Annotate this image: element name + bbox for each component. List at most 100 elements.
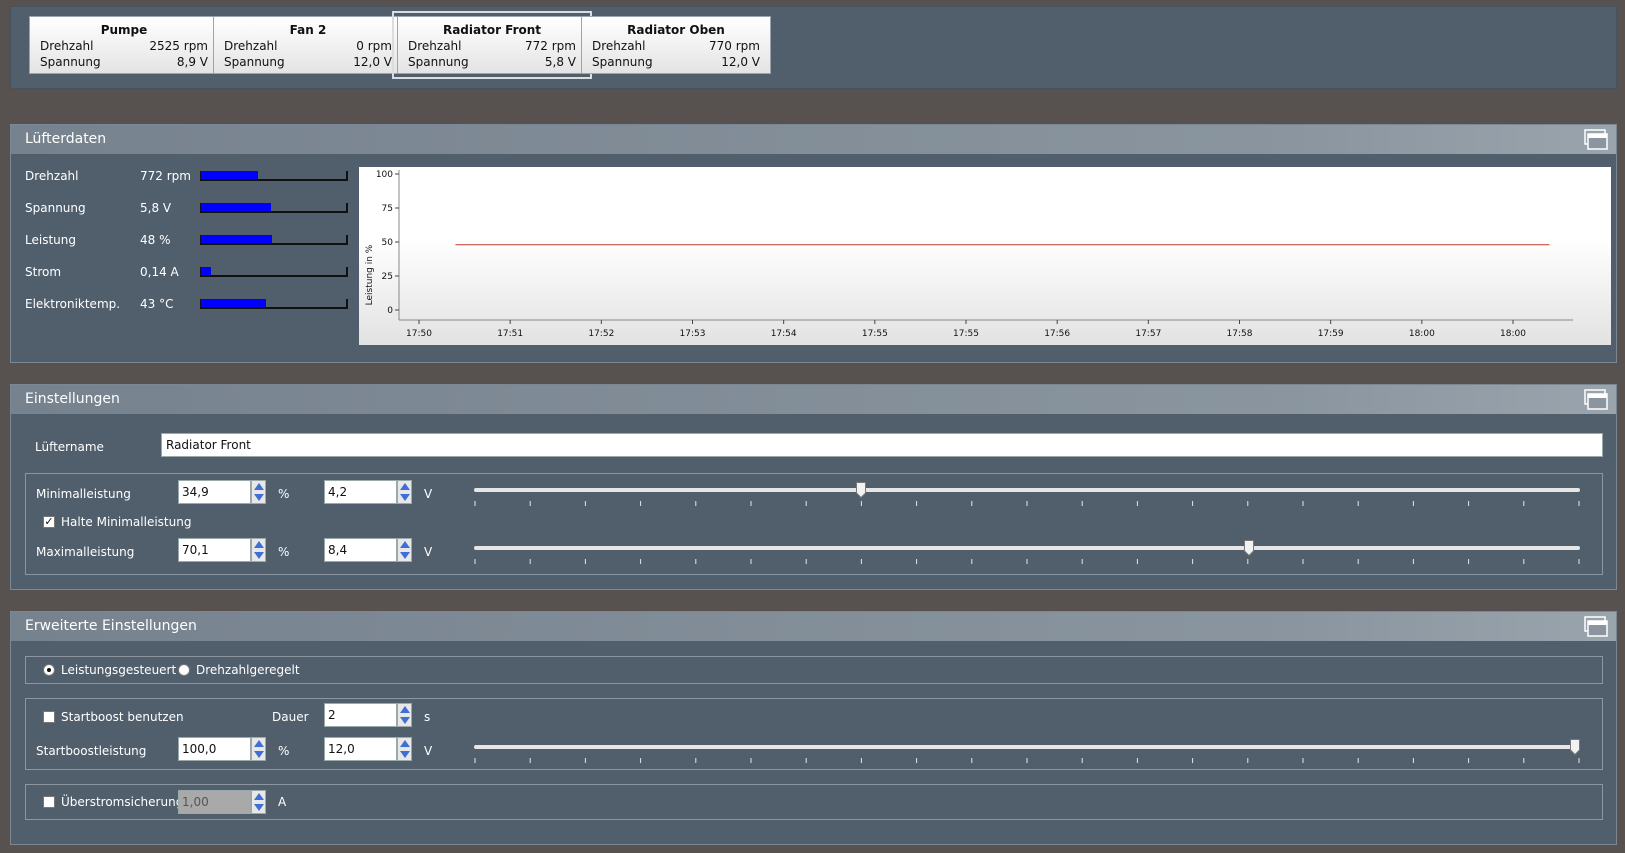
arrow-down-icon[interactable]: [254, 751, 264, 758]
slider-thumb[interactable]: [856, 482, 867, 498]
window-toggle-icon[interactable]: [1584, 616, 1608, 638]
fan-card-radiator-front[interactable]: Radiator Front Drehzahl 772 rpm Spannung 5…: [392, 11, 592, 79]
overcurrent-group: Überstromsicherung 1,00 A: [25, 784, 1603, 820]
chart-x-tick-label: 17:50: [406, 329, 432, 339]
fan-card-radiator-oben[interactable]: Radiator Oben Drehzahl 770 rpm Spannung 12…: [581, 16, 771, 74]
percent-unit: %: [278, 744, 290, 758]
voltage-unit: V: [424, 545, 433, 559]
chart-x-tick-label: 17:51: [497, 329, 523, 339]
startboost-slider[interactable]: [474, 739, 1580, 763]
window-toggle-icon[interactable]: [1584, 129, 1608, 151]
fan-card-name: Radiator Front: [442, 23, 542, 37]
slider-track[interactable]: [474, 546, 1580, 550]
stepper-arrows[interactable]: [251, 737, 266, 761]
power-history-chart-svg: Leistung in % 0 25 50 75 100 17:50 17:51 17:52 1…: [365, 170, 1573, 339]
overcurrent-checkbox[interactable]: [43, 796, 55, 808]
fan-data-row-current: Strom 0,14 A: [25, 263, 355, 281]
arrow-up-icon: [254, 793, 264, 800]
stepper-arrows[interactable]: [397, 538, 412, 562]
arrow-down-icon[interactable]: [400, 717, 410, 724]
settings-panel: Einstellungen Lüftername Radiator Front …: [10, 384, 1617, 590]
stepper-arrows[interactable]: [251, 538, 266, 562]
chart-x-tick-label: 18:00: [1409, 329, 1435, 339]
fan-data-label: Drehzahl: [25, 169, 79, 183]
fan-selector-strip: Pumpe Drehzahl 2525 rpm Spannung 8,9 V Fan…: [10, 6, 1617, 89]
chart-x-tick-label: 17:53: [680, 329, 706, 339]
fan-card-speed: 772 rpm: [525, 39, 576, 53]
control-mode-group: Leistungsgesteuert Drehzahlgeregelt: [25, 656, 1603, 684]
stepper-arrows[interactable]: [397, 480, 412, 504]
check-icon: ✓: [44, 515, 54, 528]
advanced-settings-panel: Erweiterte Einstellungen Leistungsgesteu…: [10, 611, 1617, 845]
voltage-unit: V: [424, 744, 433, 758]
startboost-voltage-value[interactable]: 12,0: [324, 737, 397, 761]
startboost-checkbox[interactable]: [43, 711, 55, 723]
fan-data-label: Strom: [25, 265, 62, 279]
mode-speed-radio[interactable]: [178, 664, 190, 676]
max-percent-value[interactable]: 70,1: [178, 538, 251, 562]
fan-data-bar: [200, 299, 348, 309]
arrow-down-icon[interactable]: [400, 552, 410, 559]
slider-track[interactable]: [474, 745, 1580, 749]
slider-track[interactable]: [474, 488, 1580, 492]
stepper-arrows[interactable]: [397, 737, 412, 761]
hold-min-checkbox[interactable]: ✓: [43, 516, 55, 528]
arrow-down-icon[interactable]: [400, 494, 410, 501]
arrow-down-icon[interactable]: [254, 552, 264, 559]
arrow-up-icon[interactable]: [400, 740, 410, 747]
fan-data-value: 5,8 V: [140, 201, 172, 215]
min-voltage-value[interactable]: 4,2: [324, 480, 397, 504]
fan-data-label: Elektroniktemp.: [25, 297, 121, 311]
fan-card-speed-label: Drehzahl: [592, 39, 646, 53]
fan-data-panel: Lüfterdaten Drehzahl 772 rpm Spannung 5,…: [10, 124, 1617, 363]
fan-data-header: Lüfterdaten: [11, 125, 1616, 154]
fan-data-bar: [200, 171, 348, 181]
slider-ticks: [474, 758, 1580, 763]
fan-data-bar: [200, 203, 348, 213]
arrow-down-icon[interactable]: [254, 494, 264, 501]
chart-x-tick-label: 17:59: [1318, 329, 1344, 339]
fan-data-row-voltage: Spannung 5,8 V: [25, 199, 355, 217]
fan-card-speed-label: Drehzahl: [40, 39, 94, 53]
arrow-up-icon[interactable]: [400, 706, 410, 713]
arrow-down-icon[interactable]: [400, 751, 410, 758]
max-power-label: Maximalleistung: [36, 545, 135, 559]
duration-value[interactable]: 2: [324, 703, 397, 727]
startboost-percent-value[interactable]: 100,0: [178, 737, 251, 761]
power-history-chart: Leistung in % 0 25 50 75 100 17:50 17:51 17:52 1…: [359, 167, 1611, 345]
arrow-up-icon[interactable]: [400, 483, 410, 490]
fan-data-value: 48 %: [140, 233, 171, 247]
slider-thumb[interactable]: [1244, 540, 1255, 556]
fan-card-name: Fan 2: [289, 23, 327, 37]
mode-power-radio[interactable]: [43, 664, 55, 676]
fan-card-speed-label: Drehzahl: [408, 39, 462, 53]
percent-unit: %: [278, 545, 290, 559]
fan-card-fan-2[interactable]: Fan 2 Drehzahl 0 rpm Spannung 12,0 V: [213, 16, 403, 74]
fan-data-bar-fill: [201, 299, 267, 307]
window-toggle-icon[interactable]: [1584, 389, 1608, 411]
max-voltage-value[interactable]: 8,4: [324, 538, 397, 562]
power-limits-group: Minimalleistung 34,9 % 4,2 V ✓ Halte Min…: [25, 473, 1603, 575]
stepper-arrows[interactable]: [251, 480, 266, 504]
fan-name-input[interactable]: Radiator Front: [161, 433, 1603, 457]
min-percent-value[interactable]: 34,9: [178, 480, 251, 504]
settings-title: Einstellungen: [25, 391, 120, 407]
fan-card-voltage-label: Spannung: [224, 55, 285, 69]
mode-power-label: Leistungsgesteuert: [61, 663, 177, 677]
stepper-arrows[interactable]: [397, 703, 412, 727]
fan-card-pumpe[interactable]: Pumpe Drehzahl 2525 rpm Spannung 8,9 V: [29, 16, 219, 74]
fan-data-bar-fill: [201, 171, 258, 179]
fan-data-bar-fill: [201, 267, 212, 275]
fan-card-speed: 0 rpm: [356, 39, 392, 53]
arrow-up-icon[interactable]: [254, 483, 264, 490]
slider-thumb[interactable]: [1570, 739, 1580, 755]
arrow-up-icon[interactable]: [400, 541, 410, 548]
duration-label: Dauer: [272, 710, 309, 724]
min-power-slider[interactable]: [474, 482, 1580, 506]
duration-unit: s: [424, 710, 431, 724]
max-power-slider[interactable]: [474, 540, 1580, 564]
arrow-up-icon[interactable]: [254, 541, 264, 548]
arrow-up-icon[interactable]: [254, 740, 264, 747]
min-power-label: Minimalleistung: [36, 487, 131, 501]
fan-data-label: Leistung: [25, 233, 76, 247]
